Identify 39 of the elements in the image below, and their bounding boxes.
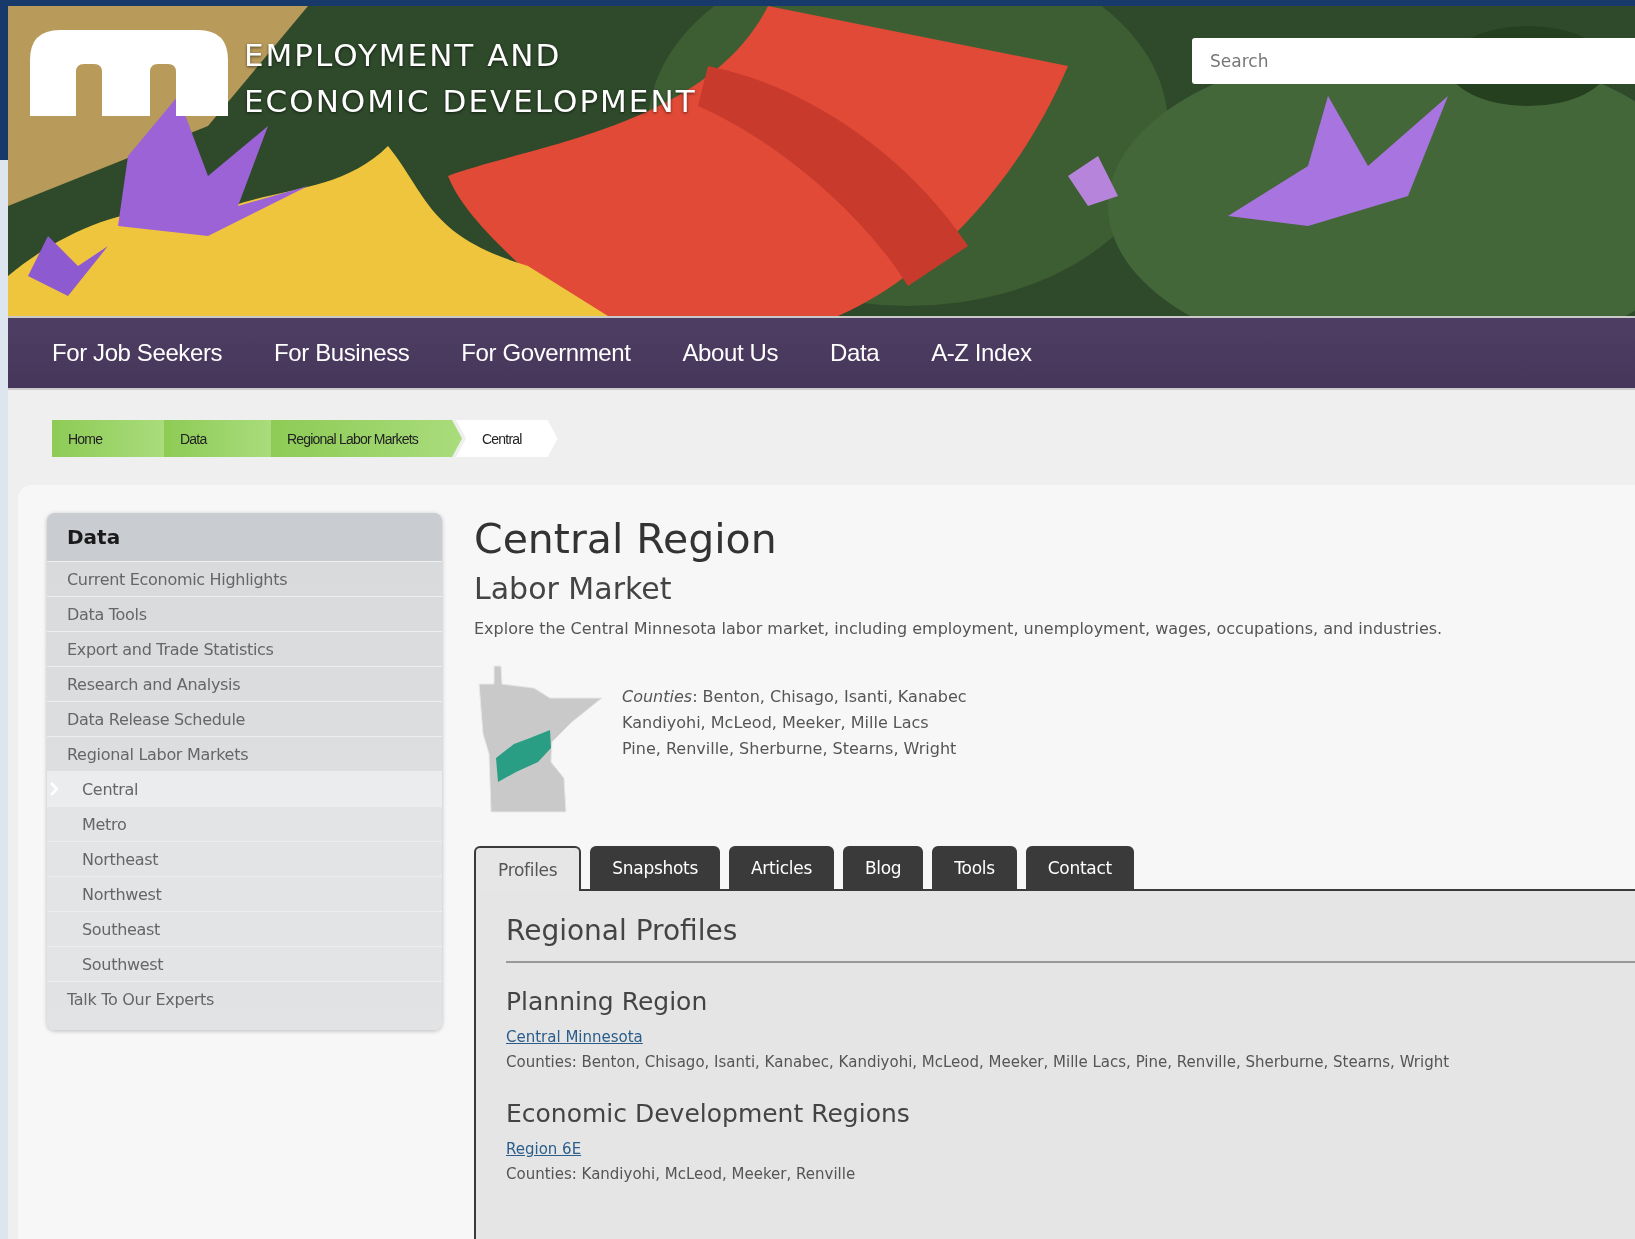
sidebar-item[interactable]: Central [47,771,442,806]
tab[interactable]: Profiles [474,846,582,891]
region-link[interactable]: Region 6E [506,1137,582,1161]
counties-text: Counties: Benton, Chisago, Isanti, Kanabec Kandiyohi, McLeod, Meeker, Mille Lacs Pine, Renville, Sherburne, Stearns, Wright [622,686,967,760]
breadcrumb-link[interactable]: Home [52,420,164,457]
section-heading: Planning Region [506,986,709,1018]
sidebar-item[interactable]: Metro [47,806,442,841]
region-link[interactable]: Central Minnesota [506,1025,643,1049]
search-field[interactable]: Search [1192,38,1635,84]
sidebar-item[interactable]: Export and Trade Statistics [47,631,442,666]
nav-link[interactable]: For Job Seekers [52,339,223,367]
sidebar-item[interactable]: Current Economic Highlights [47,561,442,596]
sidebar-item[interactable]: Southwest [47,946,442,981]
section-heading: Economic Development Regions [506,1098,911,1130]
nav-link[interactable]: For Business [274,339,410,367]
tab[interactable]: Snapshots [590,846,720,889]
counties-text: Counties: Kandiyohi, McLeod, Meeker, Renville [506,1164,857,1185]
tab[interactable]: Tools [932,846,1017,889]
sidebar-heading: Data [47,513,442,561]
page-description: Explore the Central Minnesota labor market, including employment, unemployment, wages, occupations, and industries. [474,619,1444,638]
sidebar-item[interactable]: Northwest [47,876,442,911]
counties-text: Counties: Benton, Chisago, Isanti, Kanabec, Kandiyohi, McLeod, Meeker, Mille Lacs, Pine, Renville, Sherburne, Stearns, Wright [506,1052,1451,1073]
sidebar-item[interactable]: Northeast [47,841,442,876]
sidebar-item[interactable]: Southeast [47,911,442,946]
sidebar-item[interactable]: Data Tools [47,596,442,631]
tab[interactable]: Blog [842,846,924,889]
sidebar-item[interactable]: Data Release Schedule [47,701,442,736]
nav-link[interactable]: Data [830,339,880,367]
tab[interactable]: Contact [1025,846,1134,889]
sidebar-item[interactable]: Research and Analysis [47,666,442,701]
sidebar-item[interactable]: Talk To Our Experts [47,981,442,1016]
nav-link[interactable]: A-Z Index [931,339,1032,367]
nav-link[interactable]: For Government [461,339,631,367]
page-subtitle: Labor Market [474,570,673,608]
panel-heading: Regional Profiles [506,911,1635,963]
nav-link[interactable]: About Us [682,339,778,367]
breadcrumb-link[interactable]: Data [164,420,271,457]
page-title: Central Region [474,514,778,565]
tab[interactable]: Articles [728,846,834,889]
